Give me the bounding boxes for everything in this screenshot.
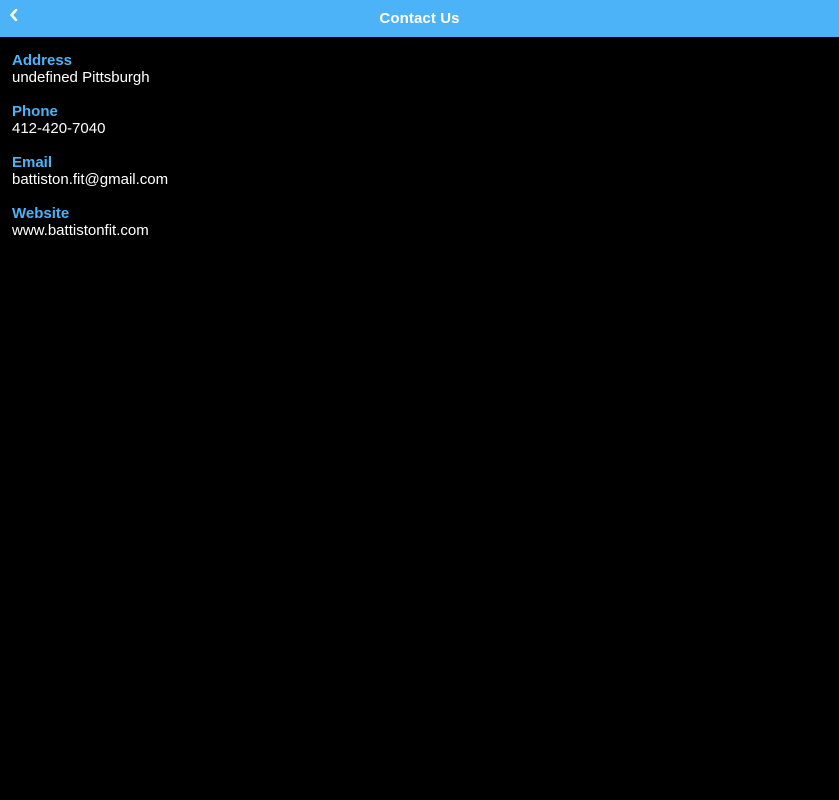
contact-details: Address undefined Pittsburgh Phone 412-4… xyxy=(0,37,839,240)
page-title: Contact Us xyxy=(379,10,460,27)
chevron-left-icon xyxy=(10,9,18,21)
top-bar: Contact Us xyxy=(0,0,839,37)
address-section: Address undefined Pittsburgh xyxy=(12,52,827,87)
phone-value[interactable]: 412-420-7040 xyxy=(12,120,827,138)
email-section: Email battiston.fit@gmail.com xyxy=(12,154,827,189)
email-label: Email xyxy=(12,154,53,171)
website-value[interactable]: www.battistonfit.com xyxy=(12,222,827,240)
email-value[interactable]: battiston.fit@gmail.com xyxy=(12,171,827,189)
address-value: undefined Pittsburgh xyxy=(12,69,150,86)
phone-section: Phone 412-420-7040 xyxy=(12,103,827,138)
phone-label: Phone xyxy=(12,103,58,120)
website-section: Website www.battistonfit.com xyxy=(12,205,827,240)
address-label: Address xyxy=(12,52,73,69)
back-button[interactable] xyxy=(6,6,22,24)
website-label: Website xyxy=(12,205,70,222)
